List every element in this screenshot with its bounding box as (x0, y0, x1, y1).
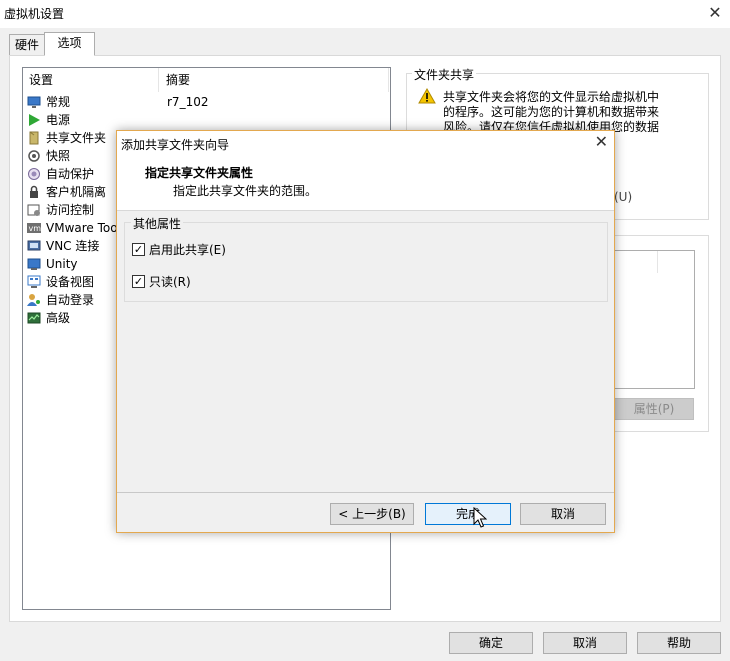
svg-text:vm: vm (29, 224, 42, 233)
window-title: 虚拟机设置 (4, 7, 65, 21)
additional-attributes-group (124, 222, 608, 302)
settings-column-header[interactable]: 设置 (23, 68, 159, 92)
list-item-label: 访问控制 (46, 203, 95, 217)
play-icon (27, 113, 41, 127)
unity-icon (27, 257, 41, 271)
cancel-button[interactable]: 取消 (543, 632, 627, 654)
list-item-power[interactable]: 电源 (27, 111, 387, 129)
monitor-icon (27, 95, 41, 109)
shared-folder-icon (27, 131, 41, 145)
list-item-summary: r7_102 (167, 95, 209, 109)
advanced-icon (27, 311, 41, 325)
wizard-cancel-button[interactable]: 取消 (520, 503, 606, 525)
list-item-label: 自动保护 (46, 167, 95, 181)
checkbox-checked[interactable]: ✓ (132, 243, 145, 256)
autoprotect-icon (27, 167, 41, 181)
sharing-option-suffix[interactable]: (U) (614, 190, 632, 204)
list-item-label: 共享文件夹 (46, 131, 107, 145)
autologin-icon (27, 293, 41, 307)
wizard-titlebar: 添加共享文件夹向导 ✕ (117, 131, 614, 155)
summary-column-header[interactable]: 摘要 (160, 68, 388, 92)
back-button[interactable]: < 上一步(B) (330, 503, 414, 525)
list-item-label: 电源 (46, 113, 71, 127)
lock-icon (27, 185, 41, 199)
shared-folders-listbox[interactable] (614, 250, 695, 389)
mouse-cursor-icon (473, 506, 488, 529)
finish-button[interactable]: 完成 (425, 503, 511, 525)
list-item-label: VMware Too (46, 221, 118, 235)
checkbox-label: 只读(R) (149, 275, 191, 289)
listbox-column-separator (657, 251, 658, 273)
warning-icon (418, 87, 436, 104)
list-item-label: 常规 (46, 95, 71, 109)
add-shared-folder-wizard: 添加共享文件夹向导 ✕ 指定共享文件夹属性 指定此共享文件夹的范围。 其他属性 … (116, 130, 615, 533)
device-view-icon (27, 275, 41, 289)
window-titlebar: 虚拟机设置 ✕ (0, 0, 730, 28)
checkbox-label: 启用此共享(E) (149, 243, 226, 257)
wizard-title: 添加共享文件夹向导 (121, 138, 230, 152)
tab-options[interactable]: 选项 (44, 32, 95, 56)
checkbox-checked[interactable]: ✓ (132, 275, 145, 288)
list-item-label: VNC 连接 (46, 239, 100, 253)
vmware-tools-icon: vm (27, 221, 41, 235)
list-item-label: 设备视图 (46, 275, 95, 289)
list-item-label: 快照 (46, 149, 71, 163)
wizard-header: 指定共享文件夹属性 指定此共享文件夹的范围。 (117, 155, 614, 211)
tab-hardware[interactable]: 硬件 (9, 34, 45, 56)
wizard-heading: 指定共享文件夹属性 (145, 166, 254, 180)
vnc-icon (27, 239, 41, 253)
access-control-icon (27, 203, 41, 217)
list-item-label: 自动登录 (46, 293, 95, 307)
list-item-label: 高级 (46, 311, 71, 325)
window-close-button[interactable]: ✕ (708, 3, 722, 23)
list-item-label: 客户机隔离 (46, 185, 107, 199)
folder-sharing-group-title: 文件夹共享 (412, 66, 477, 83)
snapshot-icon (27, 149, 41, 163)
help-button[interactable]: 帮助 (637, 632, 721, 654)
properties-button[interactable]: 属性(P) (614, 398, 694, 420)
list-item-label: Unity (46, 257, 78, 271)
wizard-subheading: 指定此共享文件夹的范围。 (173, 184, 318, 198)
additional-attributes-title: 其他属性 (131, 215, 184, 232)
list-item-general[interactable]: 常规 r7_102 (27, 93, 387, 111)
ok-button[interactable]: 确定 (449, 632, 533, 654)
wizard-footer-divider (117, 492, 614, 493)
wizard-close-button[interactable]: ✕ (595, 132, 608, 151)
list-header-end (388, 68, 390, 92)
